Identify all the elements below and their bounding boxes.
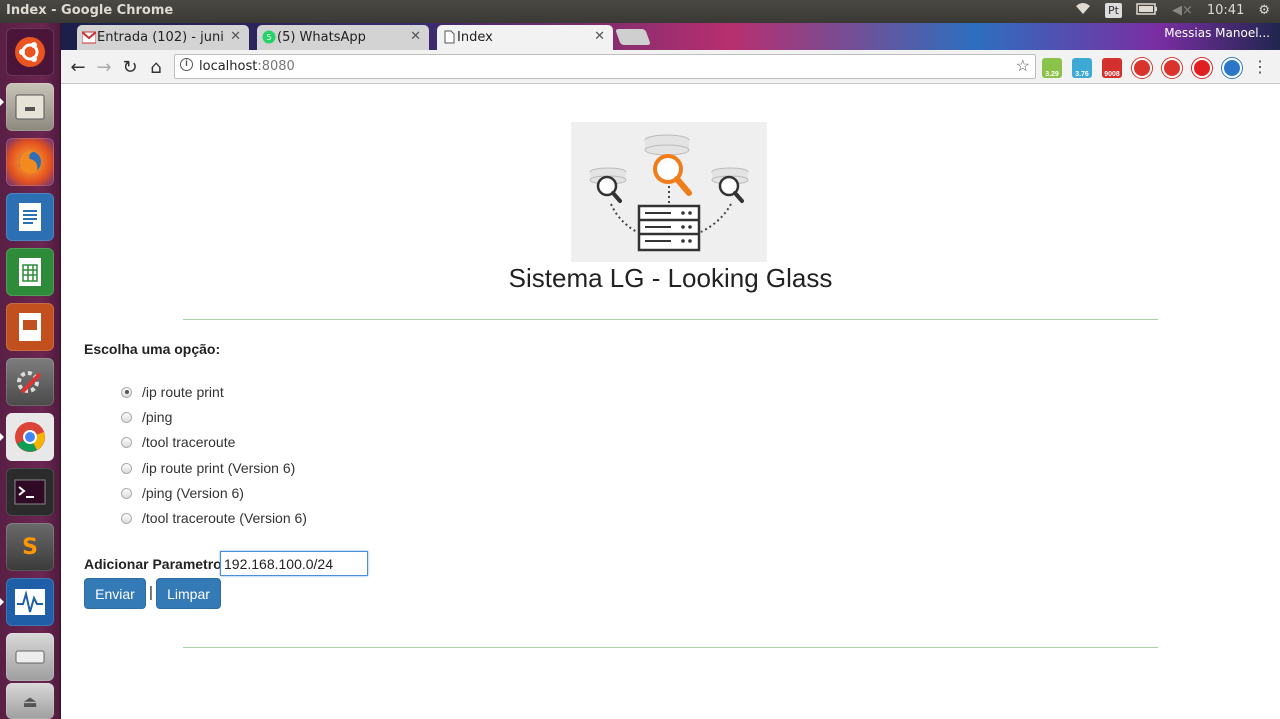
close-tab-icon[interactable]: ✕ xyxy=(410,29,421,44)
chrome-tab-strip: Entrada (102) - juni ✕ 5 (5) WhatsApp ✕ … xyxy=(61,23,1280,50)
file-manager-icon[interactable] xyxy=(6,83,54,131)
address-url: localhost:8080 xyxy=(199,59,295,74)
profile-button[interactable]: Messias Manoel... xyxy=(1164,26,1270,40)
android-ext-icon[interactable]: 3.29 xyxy=(1042,58,1062,78)
url-port: :8080 xyxy=(257,59,295,74)
option-tool-traceroute-v6[interactable]: /tool traceroute (Version 6) xyxy=(121,509,307,527)
address-bar[interactable]: i localhost:8080 ☆ xyxy=(174,54,1036,79)
option-label: /ping xyxy=(142,409,173,425)
option-ip-route-print[interactable]: /ip route print xyxy=(121,383,224,401)
sublime-text-icon[interactable]: S xyxy=(6,523,54,571)
libreoffice-impress-icon[interactable] xyxy=(6,303,54,351)
keyboard-layout-indicator[interactable]: Pt xyxy=(1105,3,1122,18)
option-label: /ip route print (Version 6) xyxy=(142,460,296,476)
parameter-input[interactable] xyxy=(220,551,368,576)
chrome-menu-icon[interactable]: ⋮ xyxy=(1252,57,1268,77)
opera-ext-icon[interactable] xyxy=(1192,58,1212,78)
extension-badge: 3.29 xyxy=(1045,71,1059,78)
whatsapp-icon: 5 xyxy=(262,30,276,44)
firefox-icon[interactable] xyxy=(6,138,54,186)
tab-label: Entrada (102) - juni xyxy=(97,30,224,45)
new-tab-button[interactable] xyxy=(615,29,651,45)
option-label: /ping (Version 6) xyxy=(142,485,244,501)
option-ping[interactable]: /ping xyxy=(121,408,172,426)
system-top-bar: Index - Google Chrome Pt ◀× 10:41 ⚙ xyxy=(0,0,1280,23)
gmail-icon xyxy=(82,31,96,44)
vpn-ext-icon[interactable] xyxy=(1222,58,1242,78)
looking-glass-logo xyxy=(571,122,767,262)
radio-button[interactable] xyxy=(121,411,132,423)
libreoffice-writer-icon[interactable] xyxy=(6,193,54,241)
usb-drive-icon[interactable]: ⏏ xyxy=(6,683,54,719)
system-tray: Pt ◀× 10:41 ⚙ xyxy=(1075,2,1270,19)
send-button[interactable]: Enviar xyxy=(84,578,146,609)
option-label: /tool traceroute (Version 6) xyxy=(142,510,307,526)
option-ip-route-print-v6[interactable]: /ip route print (Version 6) xyxy=(121,459,295,477)
system-settings-icon[interactable] xyxy=(6,358,54,406)
battery-icon[interactable] xyxy=(1136,2,1158,19)
ubuntu-dash-icon[interactable] xyxy=(6,28,54,76)
clear-button[interactable]: Limpar xyxy=(156,578,221,609)
parameter-label: Adicionar Parametro: xyxy=(84,556,227,572)
reload-icon[interactable]: ↻ xyxy=(119,56,141,78)
url-host: localhost xyxy=(199,59,258,74)
back-arrow-icon[interactable]: ← xyxy=(67,56,89,78)
running-indicator xyxy=(0,598,4,606)
chrome-toolbar: ← → ↻ ⌂ i localhost:8080 ☆ 3.29 3.76 9008 … xyxy=(61,50,1280,84)
running-indicator xyxy=(0,433,4,441)
terminal-icon[interactable] xyxy=(6,468,54,516)
ext-icon-red-2[interactable] xyxy=(1162,58,1182,78)
gmail-ext-icon[interactable]: 9008 xyxy=(1102,58,1122,78)
radio-button[interactable] xyxy=(121,512,132,524)
options-heading: Escolha uma opção: xyxy=(84,341,221,357)
settings-gear-icon[interactable]: ⚙ xyxy=(1258,3,1270,18)
close-tab-icon[interactable]: ✕ xyxy=(594,29,605,44)
ubuntu-launcher: S ⏏ xyxy=(0,23,61,719)
forward-arrow-icon[interactable]: → xyxy=(93,56,115,78)
radio-button[interactable] xyxy=(121,462,132,474)
bookmark-star-icon[interactable]: ☆ xyxy=(1016,56,1030,76)
page-icon xyxy=(444,30,455,44)
disk-drive-icon[interactable] xyxy=(6,633,54,681)
window-title: Index - Google Chrome xyxy=(6,3,174,18)
extension-badge: 9008 xyxy=(1104,71,1120,78)
tab-whatsapp[interactable]: 5 (5) WhatsApp ✕ xyxy=(257,25,429,50)
running-indicator xyxy=(0,98,4,106)
extension-badge: 3.76 xyxy=(1075,71,1089,78)
tab-index[interactable]: Index ✕ xyxy=(437,25,613,50)
divider xyxy=(183,647,1158,648)
android-ext-icon-2[interactable]: 3.76 xyxy=(1072,58,1092,78)
option-label: /tool traceroute xyxy=(142,434,236,450)
volume-muted-icon[interactable]: ◀× xyxy=(1172,3,1193,18)
tab-gmail[interactable]: Entrada (102) - juni ✕ xyxy=(77,25,249,50)
radio-button[interactable] xyxy=(121,487,132,499)
ext-icon-red-1[interactable] xyxy=(1132,58,1152,78)
button-separator: | xyxy=(149,584,153,601)
system-monitor-icon[interactable] xyxy=(6,578,54,626)
site-info-icon[interactable]: i xyxy=(180,58,193,71)
tab-label: (5) WhatsApp xyxy=(277,30,366,45)
radio-button[interactable] xyxy=(121,386,132,398)
wifi-icon[interactable] xyxy=(1075,2,1091,19)
option-tool-traceroute[interactable]: /tool traceroute xyxy=(121,433,235,451)
google-chrome-icon[interactable] xyxy=(6,413,54,461)
libreoffice-calc-icon[interactable] xyxy=(6,248,54,296)
web-page: Sistema LG - Looking Glass Escolha uma o… xyxy=(61,85,1280,719)
option-label: /ip route print xyxy=(142,384,224,400)
clock[interactable]: 10:41 xyxy=(1207,3,1244,18)
svg-text:5: 5 xyxy=(266,33,271,42)
option-ping-v6[interactable]: /ping (Version 6) xyxy=(121,484,244,502)
page-title: Sistema LG - Looking Glass xyxy=(508,263,833,293)
close-tab-icon[interactable]: ✕ xyxy=(230,29,241,44)
divider xyxy=(183,319,1158,320)
tab-label: Index xyxy=(457,30,493,45)
radio-button[interactable] xyxy=(121,436,132,448)
home-icon[interactable]: ⌂ xyxy=(145,56,167,78)
